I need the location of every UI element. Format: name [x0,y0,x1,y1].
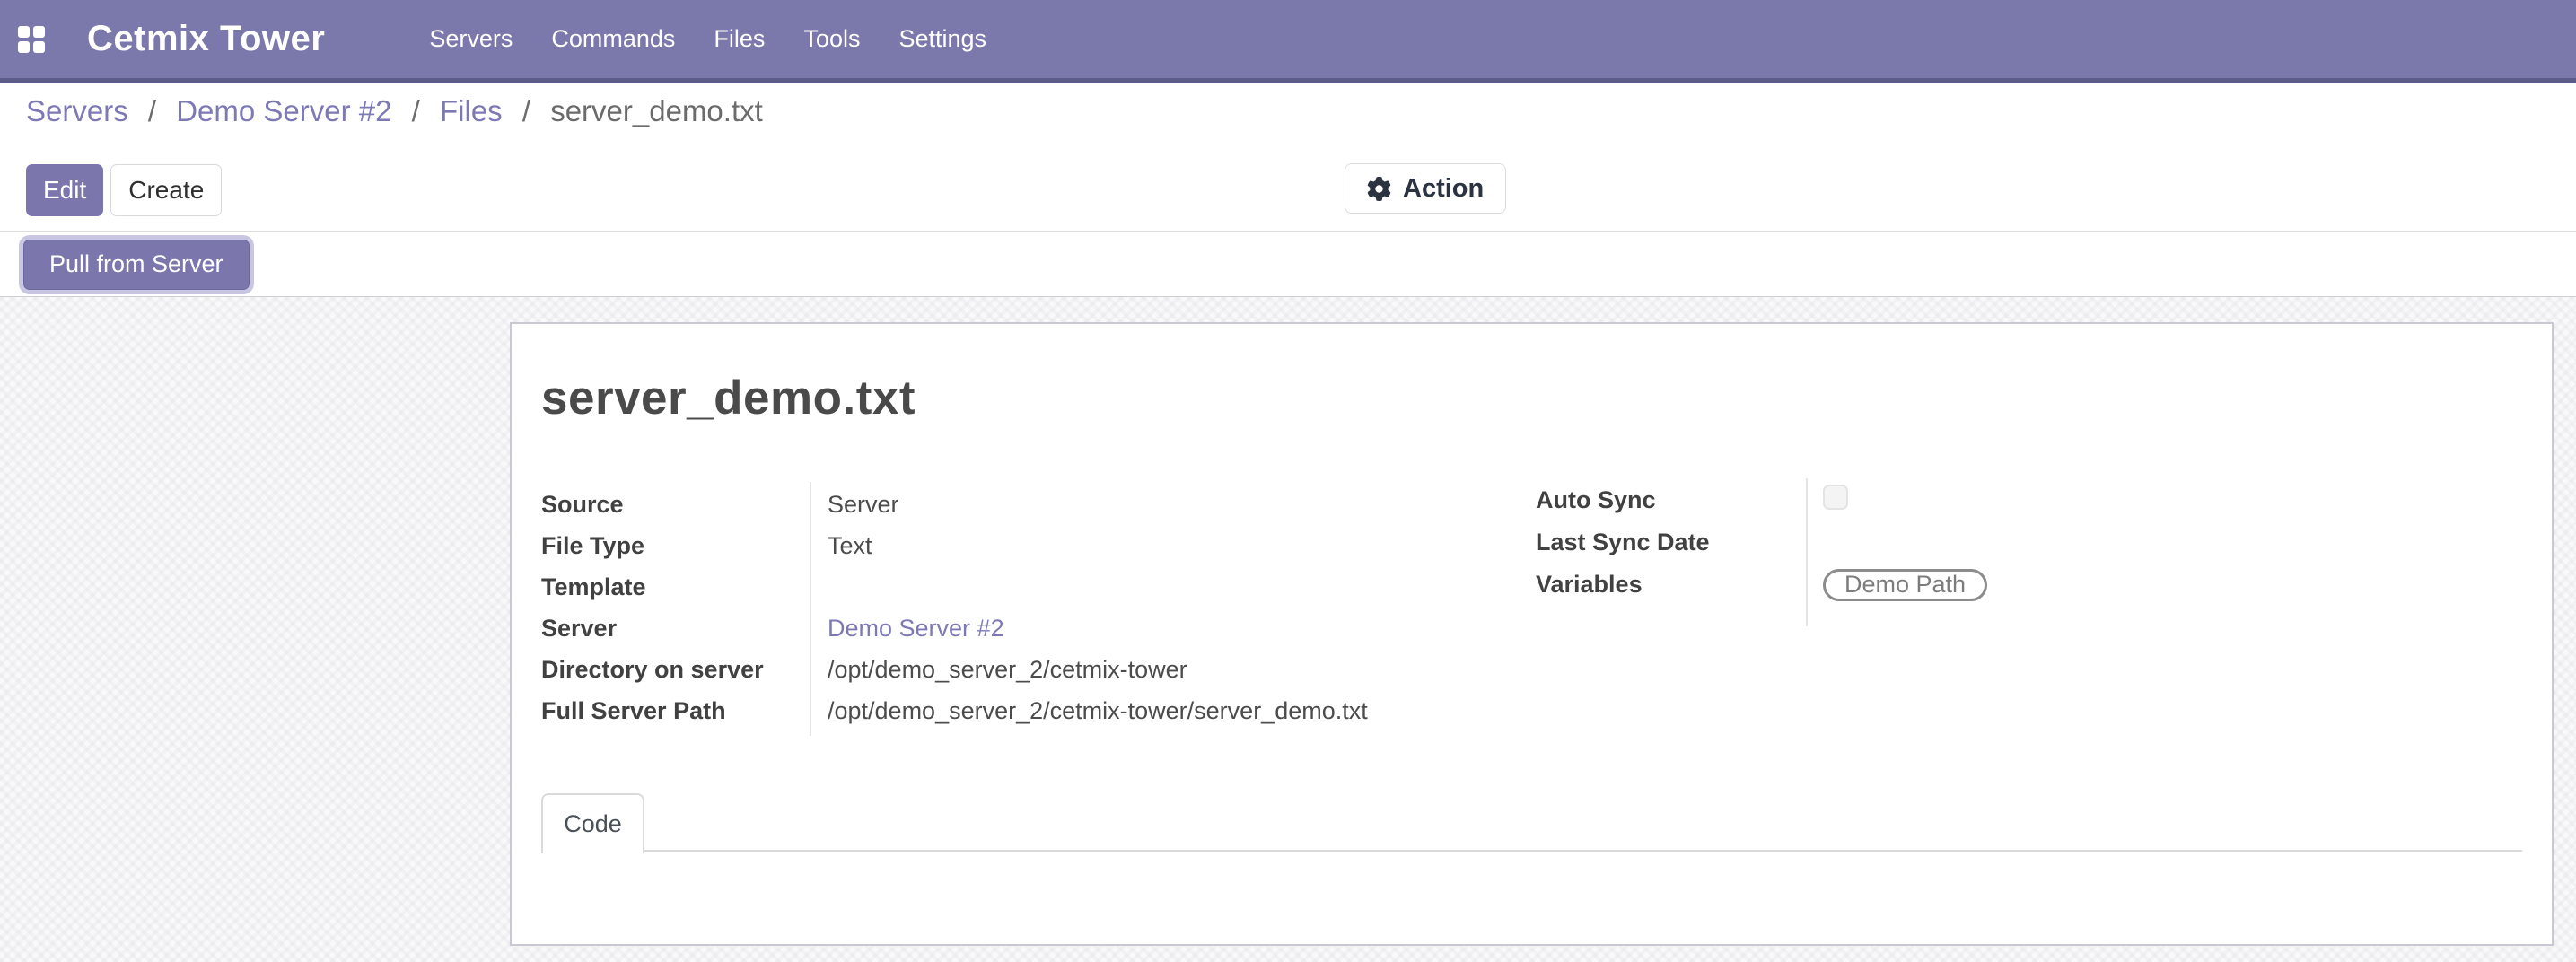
breadcrumb-link-demo-server-2[interactable]: Demo Server #2 [176,94,391,127]
gear-icon [1367,177,1391,201]
directory-on-server-label: Directory on server [541,656,810,684]
field-row-file-type: File Type Text [541,525,1546,566]
full-server-path-value: /opt/demo_server_2/cetmix-tower/server_d… [810,697,1368,725]
source-value: Server [810,491,899,519]
apps-grid-icon[interactable] [18,26,45,53]
top-navbar: Cetmix Tower Servers Commands Files Tool… [0,0,2576,83]
action-menu-button[interactable]: Action [1345,163,1506,214]
server-label: Server [541,615,810,643]
breadcrumb: Servers / Demo Server #2 / Files / serve… [26,92,2576,130]
action-button-label: Action [1403,174,1484,204]
last-sync-date-label: Last Sync Date [1536,529,1806,556]
statusbar: Pull from Server [0,232,2576,297]
file-type-value: Text [810,532,872,560]
variable-tag-demo-path: Demo Path [1823,569,1987,601]
control-panel: Servers / Demo Server #2 / Files / serve… [0,83,2576,232]
source-label: Source [541,491,810,519]
apps-grid-square [33,41,45,53]
field-row-full-server-path: Full Server Path /opt/demo_server_2/cetm… [541,690,1546,731]
field-row-auto-sync: Auto Sync [1536,479,2182,521]
variables-value: Demo Path [1806,569,1987,601]
auto-sync-checkbox[interactable] [1823,485,1848,510]
auto-sync-value [1806,485,1848,516]
field-row-directory-on-server: Directory on server /opt/demo_server_2/c… [541,649,1546,690]
full-server-path-label: Full Server Path [541,697,810,725]
tab-code[interactable]: Code [541,793,644,853]
breadcrumb-link-servers[interactable]: Servers [26,94,128,127]
main-menu: Servers Commands Files Tools Settings [429,25,986,53]
record-title: server_demo.txt [541,371,916,425]
form-sheet: server_demo.txt Source Server File Type … [510,322,2554,946]
breadcrumb-separator: / [522,94,530,127]
menu-item-tools[interactable]: Tools [803,25,860,53]
apps-grid-square [18,26,30,38]
menu-item-commands[interactable]: Commands [551,25,675,53]
directory-on-server-value: /opt/demo_server_2/cetmix-tower [810,656,1187,684]
notebook-tab-strip: Code [541,793,2522,852]
breadcrumb-current: server_demo.txt [550,94,763,127]
field-row-server: Server Demo Server #2 [541,608,1546,649]
create-button[interactable]: Create [110,164,222,216]
field-row-template: Template [541,566,1546,608]
menu-item-files[interactable]: Files [714,25,765,53]
field-row-variables: Variables Demo Path [1536,564,2182,606]
file-type-label: File Type [541,532,810,560]
breadcrumb-separator: / [412,94,420,127]
auto-sync-label: Auto Sync [1536,486,1806,514]
form-background: server_demo.txt Source Server File Type … [0,297,2576,962]
button-row: Edit Create [26,164,2576,216]
variables-label: Variables [1536,571,1806,599]
server-value-link[interactable]: Demo Server #2 [810,615,1004,643]
apps-grid-square [18,41,30,53]
left-field-group: Source Server File Type Text Template Se… [541,484,1546,731]
template-label: Template [541,573,810,601]
field-row-source: Source Server [541,484,1546,525]
right-field-group: Auto Sync Last Sync Date Variables Demo … [1536,479,2182,606]
menu-item-servers[interactable]: Servers [429,25,513,53]
breadcrumb-separator: / [148,94,156,127]
field-row-last-sync-date: Last Sync Date [1536,521,2182,564]
app-brand-title[interactable]: Cetmix Tower [87,19,325,59]
pull-from-server-button[interactable]: Pull from Server [23,240,250,290]
apps-grid-square [33,26,45,38]
breadcrumb-link-files[interactable]: Files [440,94,503,127]
menu-item-settings[interactable]: Settings [898,25,986,53]
edit-button[interactable]: Edit [26,164,103,216]
